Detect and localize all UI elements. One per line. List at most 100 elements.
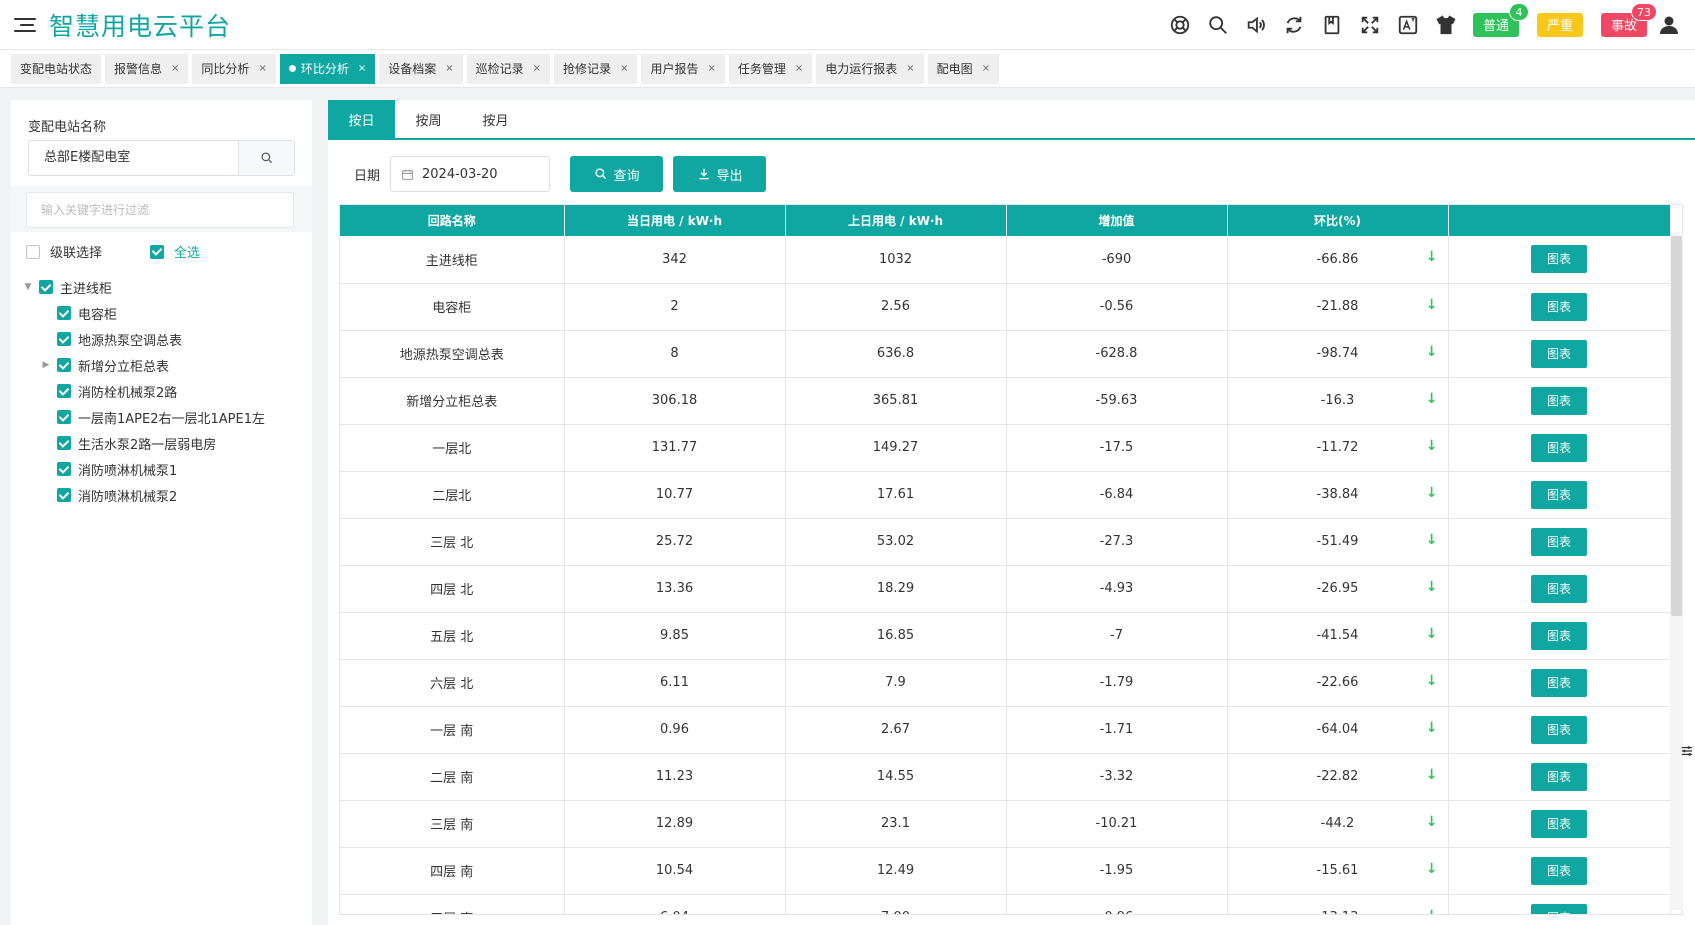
- tab-label: 电力运行报表: [825, 62, 898, 76]
- tree-node[interactable]: 电容柜: [21, 300, 306, 326]
- chart-button[interactable]: 图表: [1531, 292, 1587, 321]
- fullscreen-icon[interactable]: [1351, 6, 1389, 44]
- chart-button[interactable]: 图表: [1531, 903, 1587, 914]
- arrow-down-icon: ↓: [1425, 625, 1438, 642]
- close-icon[interactable]: ×: [620, 63, 628, 74]
- column-settings-icon[interactable]: [1680, 742, 1694, 760]
- table-row: 一层 南 0.96 2.67 -1.71 -64.04 ↓ 图表: [340, 706, 1671, 754]
- chart-button[interactable]: 图表: [1531, 621, 1587, 650]
- tree-node[interactable]: 一层南1APE2右一层北1APE1左: [21, 404, 306, 430]
- translate-icon[interactable]: [1389, 6, 1427, 44]
- tree-checkbox[interactable]: [57, 384, 71, 398]
- arrow-down-icon: ↓: [1425, 296, 1438, 313]
- tree-checkbox[interactable]: [57, 332, 71, 346]
- user-icon[interactable]: [1655, 11, 1683, 39]
- table-scrollbar-thumb[interactable]: [1671, 236, 1682, 616]
- tree-checkbox[interactable]: [39, 280, 53, 294]
- close-icon[interactable]: ×: [533, 63, 541, 74]
- cell-value: 四层 南: [430, 865, 474, 880]
- circuit-tree: ▼ 主进线柜 电容柜 地源热泵空调总表 ▶ 新增分立柜总表 消防栓机械泵2路 一层南1APE2…: [21, 274, 306, 508]
- tree-filter-input[interactable]: [26, 192, 294, 228]
- close-icon[interactable]: ×: [358, 63, 366, 74]
- book-icon[interactable]: [1313, 6, 1351, 44]
- chart-button[interactable]: 图表: [1531, 527, 1587, 556]
- cascade-checkbox[interactable]: [26, 244, 40, 259]
- cell-value: -41.54: [1316, 628, 1359, 643]
- shirt-icon[interactable]: [1427, 6, 1465, 44]
- tree-checkbox[interactable]: [57, 436, 71, 450]
- tab-0[interactable]: 变配电站状态: [11, 53, 102, 84]
- tree-node[interactable]: 消防栓机械泵2路: [21, 378, 306, 404]
- tree-node-root[interactable]: ▼ 主进线柜: [21, 274, 306, 300]
- support-icon[interactable]: [1161, 6, 1199, 44]
- cell-value: -17.5: [1099, 440, 1134, 455]
- close-icon[interactable]: ×: [707, 63, 715, 74]
- close-icon[interactable]: ×: [795, 63, 803, 74]
- station-select-value[interactable]: 总部E楼配电室: [29, 141, 238, 175]
- chart-button[interactable]: 图表: [1531, 433, 1587, 462]
- tab-5[interactable]: 巡检记录 ×: [466, 53, 551, 84]
- alarm-accident-button[interactable]: 事故 73: [1600, 2, 1657, 37]
- period-tab-0[interactable]: 按日: [328, 100, 395, 138]
- tree-node[interactable]: 地源热泵空调总表: [21, 326, 306, 352]
- tab-8[interactable]: 任务管理 ×: [728, 53, 813, 84]
- tree-node[interactable]: 生活水泵2路一层弱电房: [21, 430, 306, 456]
- tab-1[interactable]: 报警信息 ×: [105, 53, 189, 84]
- refresh-icon[interactable]: [1275, 6, 1313, 44]
- query-button[interactable]: 查询: [570, 156, 664, 192]
- caret-down-icon[interactable]: ▼: [21, 282, 35, 292]
- arrow-down-icon: ↓: [1425, 813, 1438, 830]
- tree-node[interactable]: ▶ 新增分立柜总表: [21, 352, 306, 378]
- tree-checkbox[interactable]: [57, 306, 71, 320]
- chart-button[interactable]: 图表: [1531, 386, 1587, 415]
- chart-button[interactable]: 图表: [1531, 339, 1587, 368]
- table-cell: -10.21: [1006, 800, 1228, 848]
- tree-checkbox[interactable]: [57, 488, 71, 502]
- close-icon[interactable]: ×: [906, 63, 914, 74]
- close-icon[interactable]: ×: [982, 63, 990, 74]
- cell-value: 11.23: [655, 769, 694, 784]
- menu-toggle-icon[interactable]: [14, 14, 36, 36]
- tab-10[interactable]: 配电图 ×: [927, 53, 1000, 84]
- export-button[interactable]: 导出: [673, 156, 767, 192]
- chart-button[interactable]: 图表: [1531, 480, 1587, 509]
- chart-button[interactable]: 图表: [1531, 715, 1587, 744]
- tree-checkbox[interactable]: [57, 410, 71, 424]
- chart-button[interactable]: 图表: [1531, 668, 1587, 697]
- tab-6[interactable]: 抢修记录 ×: [554, 53, 638, 84]
- close-icon[interactable]: ×: [445, 63, 453, 74]
- chart-button[interactable]: 图表: [1531, 856, 1587, 885]
- select-all-checkbox[interactable]: [150, 244, 165, 259]
- sound-icon[interactable]: [1237, 6, 1275, 44]
- tree-checkbox[interactable]: [57, 462, 71, 476]
- station-search-button[interactable]: [238, 141, 294, 175]
- chart-button[interactable]: 图表: [1531, 809, 1587, 838]
- tab-3[interactable]: 环比分析 ×: [279, 53, 376, 84]
- tree-node[interactable]: 消防喷淋机械泵1: [21, 456, 306, 482]
- tab-7[interactable]: 用户报告 ×: [641, 53, 725, 84]
- tab-4[interactable]: 设备档案 ×: [379, 53, 463, 84]
- close-icon[interactable]: ×: [258, 63, 266, 74]
- period-tab-2[interactable]: 按月: [462, 100, 529, 138]
- table-cell: 2.56: [785, 283, 1007, 331]
- search-icon[interactable]: [1199, 6, 1237, 44]
- alarm-severe-button[interactable]: 严重: [1536, 12, 1583, 37]
- chart-button[interactable]: 图表: [1531, 574, 1587, 603]
- table-cell: -4.93: [1006, 565, 1228, 613]
- caret-right-icon[interactable]: ▶: [39, 360, 53, 370]
- arrow-down-icon: ↓: [1425, 249, 1438, 265]
- arrow-down-icon: ↓: [1425, 390, 1438, 407]
- close-icon[interactable]: ×: [171, 63, 179, 74]
- period-tab-1[interactable]: 按周: [395, 100, 462, 138]
- alarm-normal-button[interactable]: 普通 4: [1472, 2, 1529, 37]
- tree-node[interactable]: 消防喷淋机械泵2: [21, 482, 306, 508]
- active-dot-icon: [288, 65, 296, 72]
- tree-checkbox[interactable]: [57, 358, 71, 372]
- station-select[interactable]: 总部E楼配电室: [28, 140, 295, 176]
- chart-button[interactable]: 图表: [1531, 762, 1587, 791]
- select-all-label[interactable]: 全选: [174, 242, 200, 261]
- tab-9[interactable]: 电力运行报表 ×: [816, 53, 924, 84]
- tab-2[interactable]: 同比分析 ×: [192, 53, 276, 84]
- chart-button[interactable]: 图表: [1531, 245, 1587, 274]
- date-picker[interactable]: 2024-03-20: [390, 156, 551, 192]
